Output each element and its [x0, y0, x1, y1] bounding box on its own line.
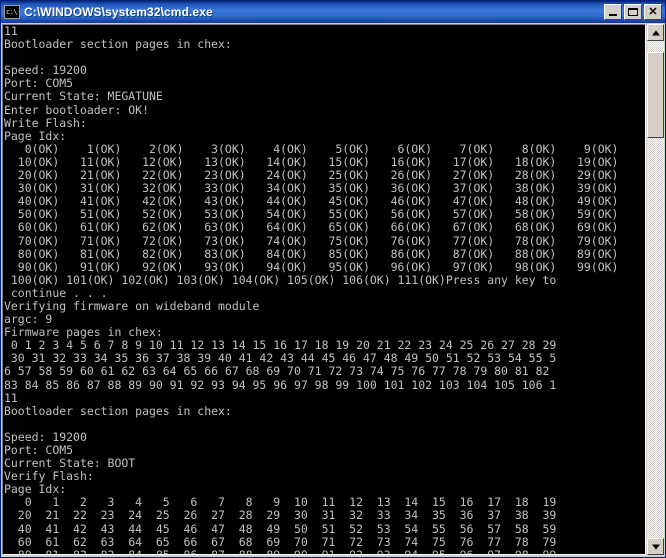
console-output: 11 Bootloader section pages in chex: Spe… [3, 25, 645, 554]
chevron-down-icon [651, 544, 660, 549]
cmd-window: C:\WINDOWS\system32\cmd.exe ✕ 11 Bootloa… [0, 0, 666, 558]
scrollbar-up-button[interactable] [647, 24, 664, 41]
chevron-up-icon [651, 30, 660, 35]
cmd-console-icon [4, 5, 20, 19]
minimize-button[interactable] [604, 4, 622, 20]
window-client-area: 11 Bootloader section pages in chex: Spe… [1, 23, 665, 557]
minimize-icon [609, 14, 617, 16]
maximize-icon [628, 8, 638, 16]
scrollbar-down-button[interactable] [647, 538, 664, 555]
maximize-button[interactable] [624, 4, 642, 20]
window-titlebar[interactable]: C:\WINDOWS\system32\cmd.exe ✕ [1, 1, 665, 23]
close-icon: ✕ [648, 6, 658, 18]
window-title: C:\WINDOWS\system32\cmd.exe [24, 5, 213, 19]
scrollbar-track[interactable] [647, 41, 664, 538]
console-viewport[interactable]: 11 Bootloader section pages in chex: Spe… [2, 24, 646, 555]
window-controls: ✕ [604, 4, 662, 20]
vertical-scrollbar[interactable] [647, 24, 664, 555]
close-button[interactable]: ✕ [644, 4, 662, 20]
scrollbar-thumb[interactable] [647, 52, 664, 138]
